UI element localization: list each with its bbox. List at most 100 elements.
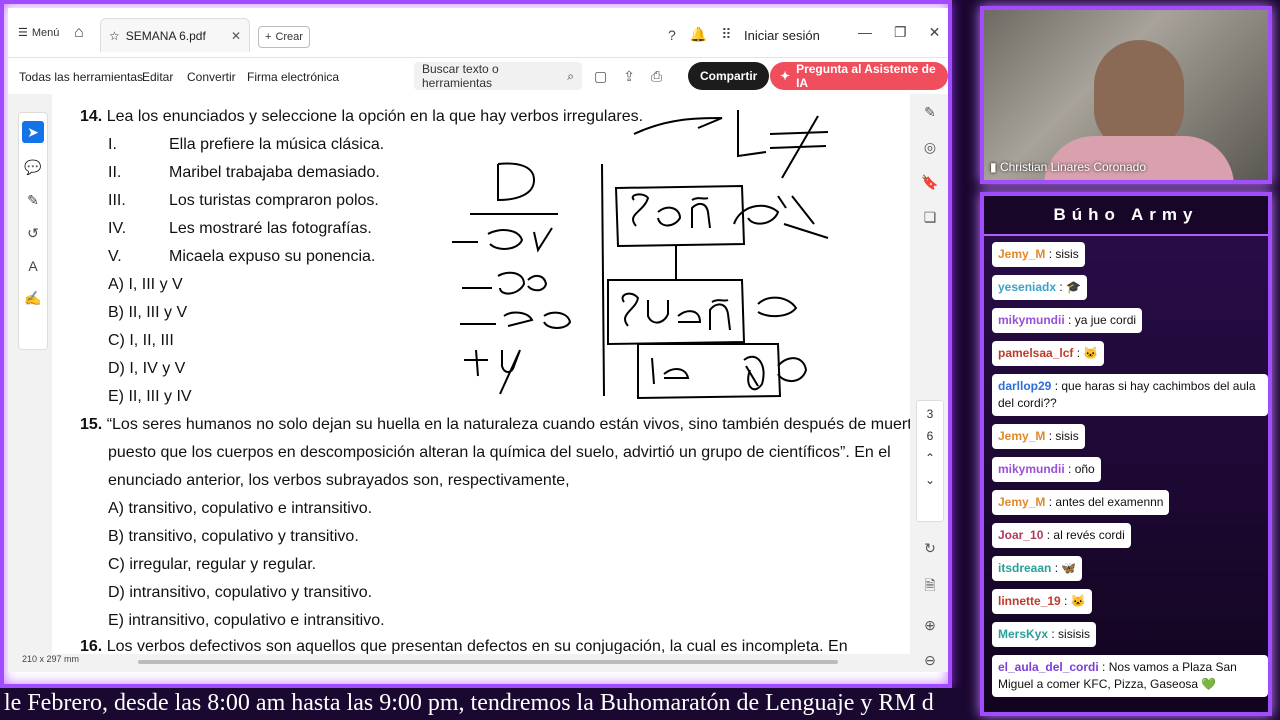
list-item: III. <box>108 192 126 209</box>
chat-separator: : <box>1045 495 1056 509</box>
chat-text: 🐱 <box>1070 594 1086 608</box>
bell-icon[interactable]: 🔔 <box>690 26 707 43</box>
sign-in-link[interactable]: Iniciar sesión <box>744 28 820 43</box>
search-box[interactable]: Buscar texto o herramientas ⌕ <box>414 62 582 90</box>
chat-username[interactable]: pamelsaa_lcf <box>998 346 1073 360</box>
save-file-icon[interactable]: 🗎 <box>924 575 935 599</box>
chat-username[interactable]: itsdreaan <box>998 561 1051 575</box>
pages-icon[interactable]: ❏ <box>924 209 937 226</box>
chat-message: Jemy_M : antes del examennn <box>992 490 1170 515</box>
chat-username[interactable]: Joar_10 <box>998 528 1043 542</box>
question-text: puesto que los cuerpos en descomposición… <box>108 444 891 461</box>
share-button[interactable]: Compartir <box>688 62 770 90</box>
participant-name-text: Christian Linares Coronado <box>999 160 1147 174</box>
comment-icon[interactable]: 💬 <box>24 159 41 176</box>
tab-semana6[interactable]: ☆ SEMANA 6.pdf ✕ <box>100 18 250 52</box>
print-icon[interactable]: ⎙ <box>651 68 662 85</box>
star-icon[interactable]: ☆ <box>109 29 120 43</box>
answer-option: D) intransitivo, copulativo y transitivo… <box>108 584 373 601</box>
zoom-in-icon[interactable]: ⊕ <box>924 617 936 634</box>
chat-username[interactable]: darllop29 <box>998 379 1051 393</box>
sign-icon[interactable]: ✍ <box>24 290 41 307</box>
chat-username[interactable]: Jemy_M <box>998 247 1045 261</box>
help-icon[interactable]: ? <box>668 27 676 43</box>
refresh-icon[interactable]: ↻ <box>924 540 936 557</box>
question-text: “Los seres humanos no solo dejan su huel… <box>106 416 910 433</box>
ai-assistant-button[interactable]: ✦ Pregunta al Asistente de IA <box>770 62 948 90</box>
convert-menu[interactable]: Convertir <box>187 70 236 84</box>
chat-message: Jemy_M : sisis <box>992 242 1085 267</box>
minimize-icon[interactable]: — <box>858 24 872 41</box>
chat-username[interactable]: yeseniadx <box>998 280 1056 294</box>
pen-icon[interactable]: ✎ <box>27 192 39 209</box>
question-number: 16. <box>80 638 103 654</box>
horizontal-scrollbar[interactable] <box>138 660 838 664</box>
chat-separator: : <box>1051 561 1062 575</box>
chat-username[interactable]: MersKyx <box>998 627 1048 641</box>
restore-icon[interactable]: ❐ <box>894 24 907 41</box>
save-icon[interactable]: ▢ <box>594 68 607 85</box>
zoom-out-icon[interactable]: ⊖ <box>924 652 936 669</box>
list-item: IV. <box>108 220 127 237</box>
list-item: II. <box>108 164 122 181</box>
lasso-icon[interactable]: ↺ <box>27 225 39 242</box>
chat-username[interactable]: mikymundii <box>998 313 1065 327</box>
page-up-icon[interactable]: ⌃ <box>925 451 935 465</box>
tab-title: SEMANA 6.pdf <box>125 28 206 43</box>
close-window-icon[interactable]: ✕ <box>929 24 941 41</box>
new-tab-label: Crear <box>275 31 303 43</box>
apps-grid-icon[interactable]: ⠿ <box>721 26 731 43</box>
toolbar: Todas las herramientas Editar Convertir … <box>8 58 948 94</box>
chat-message: pamelsaa_lcf : 🐱 <box>992 341 1105 366</box>
chat-title: Búho Army <box>984 196 1268 236</box>
chat-message: MersKyx : sisisis <box>992 622 1097 647</box>
handwritten-annotation <box>452 110 829 400</box>
chat-messages: Jemy_M : sisis yeseniadx : 🎓 mikymundii : … <box>992 242 1268 697</box>
answer-option: C) irregular, regular y regular. <box>108 556 317 573</box>
ai-assistant-label: Pregunta al Asistente de IA <box>796 62 936 90</box>
pdf-page: 14. Lea los enunciados y seleccione la o… <box>52 94 910 654</box>
text-select-icon[interactable]: A <box>28 258 37 274</box>
select-cursor-icon[interactable]: ➤ <box>22 121 44 143</box>
page-down-icon[interactable]: ⌄ <box>925 473 935 487</box>
chat-panel: Búho Army Jemy_M : sisis yeseniadx : 🎓 mik… <box>980 192 1272 716</box>
answer-option: E) II, III y IV <box>108 388 192 405</box>
chat-text: ya jue cordi <box>1074 313 1137 327</box>
comment-list-icon[interactable]: ◎ <box>924 139 936 156</box>
chat-message: linnette_19 : 🐱 <box>992 589 1092 614</box>
chat-username[interactable]: linnette_19 <box>998 594 1061 608</box>
new-tab-button[interactable]: + Crear <box>258 26 310 48</box>
chat-message: mikymundii : oño <box>992 457 1101 482</box>
chat-text: al revés cordi <box>1053 528 1125 542</box>
answer-option: C) I, II, III <box>108 332 174 349</box>
answer-option: D) I, IV y V <box>108 360 186 377</box>
esign-menu[interactable]: Firma electrónica <box>247 70 339 84</box>
list-item: I. <box>108 136 117 153</box>
chat-username[interactable]: mikymundii <box>998 462 1065 476</box>
question-text: enunciado anterior, los verbos subrayado… <box>108 472 570 489</box>
menu-button[interactable]: ☰ Menú <box>18 26 59 40</box>
close-tab-icon[interactable]: ✕ <box>231 29 241 43</box>
upload-icon[interactable]: ⇪ <box>623 68 635 85</box>
presenter-head <box>1094 40 1184 150</box>
edit-text-icon[interactable]: ✎ <box>924 104 936 121</box>
question-text: Los verbos defectivos son aquellos que p… <box>106 638 848 654</box>
pdf-window: ☰ Menú ⌂ ☆ SEMANA 6.pdf ✕ + Crear ? 🔔 ⠿ … <box>0 0 952 688</box>
total-pages: 6 <box>926 429 934 443</box>
chat-username[interactable]: el_aula_del_cordi <box>998 660 1099 674</box>
edit-menu[interactable]: Editar <box>142 70 173 84</box>
home-icon[interactable]: ⌂ <box>74 24 84 42</box>
chat-separator: : <box>1098 660 1109 674</box>
right-tool-rail: ✎ ◎ 🔖 ❏ <box>916 104 944 226</box>
bookmark-icon[interactable]: 🔖 <box>921 174 938 191</box>
chat-separator: : <box>1048 627 1059 641</box>
chat-username[interactable]: Jemy_M <box>998 495 1045 509</box>
search-placeholder: Buscar texto o herramientas <box>422 62 499 90</box>
all-tools-menu[interactable]: Todas las herramientas <box>19 70 143 84</box>
chat-username[interactable]: Jemy_M <box>998 429 1045 443</box>
list-item: Micaela expuso su ponencia. <box>169 248 376 265</box>
webcam-panel: ▮ Christian Linares Coronado <box>980 6 1272 184</box>
tab-bar: ☰ Menú ⌂ ☆ SEMANA 6.pdf ✕ + Crear ? 🔔 ⠿ … <box>8 8 948 58</box>
list-item: Ella prefiere la música clásica. <box>169 136 385 153</box>
answer-option: B) transitivo, copulativo y transitivo. <box>108 528 359 545</box>
